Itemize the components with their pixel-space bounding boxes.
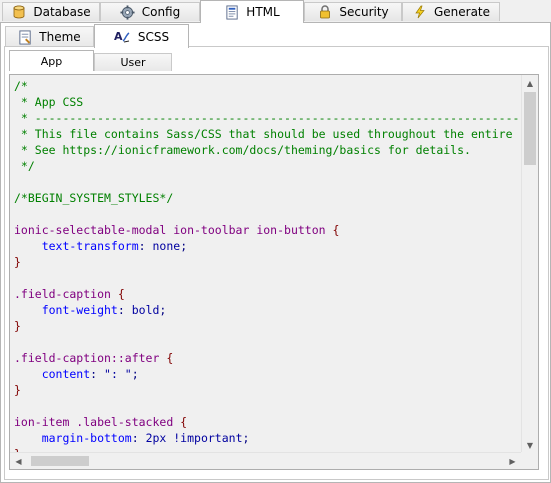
top-tab-bar: Database Config HTML Security Generate <box>0 0 551 23</box>
scroll-left-arrow-icon[interactable]: ◀ <box>10 453 27 469</box>
scss-code-editor[interactable]: /* * App CSS * -------------------------… <box>9 74 539 470</box>
code-line: .field-caption { <box>14 287 125 301</box>
config-gear-icon <box>120 4 136 20</box>
code-line: * See https://ionicframework.com/docs/th… <box>14 143 471 157</box>
html-sub-tab-bar: Theme A SCSS <box>1 23 550 48</box>
code-line: /*BEGIN_SYSTEM_STYLES*/ <box>14 191 174 205</box>
code-line: .field-caption::after { <box>14 351 174 365</box>
lock-icon <box>317 4 333 20</box>
svg-text:A: A <box>114 30 123 43</box>
horizontal-scroll-thumb[interactable] <box>31 456 89 466</box>
scss-icon: A <box>114 29 132 44</box>
tab-scss[interactable]: A SCSS <box>94 24 189 48</box>
code-line: /* <box>14 79 28 93</box>
code-line: } <box>14 255 21 269</box>
tab-theme-label: Theme <box>39 30 81 44</box>
code-line: * --------------------------------------… <box>14 111 520 125</box>
code-line: } <box>14 319 21 333</box>
code-line: } <box>14 383 21 397</box>
tab-config[interactable]: Config <box>100 2 200 21</box>
theme-document-icon <box>18 29 33 45</box>
tab-app-label: App <box>40 54 63 68</box>
scrollbar-corner <box>521 452 538 469</box>
tab-html-label: HTML <box>246 5 280 19</box>
code-line: ionic-selectable-modal ion-toolbar ion-b… <box>14 223 340 237</box>
tab-app[interactable]: App <box>9 50 94 71</box>
lightning-icon <box>412 4 428 20</box>
tab-security[interactable]: Security <box>304 2 402 21</box>
vertical-scroll-thumb[interactable] <box>524 92 536 165</box>
tab-config-label: Config <box>141 5 181 19</box>
code-line: margin-bottom: 2px !important; <box>14 431 250 445</box>
tab-generate-label: Generate <box>433 5 491 19</box>
code-line: ion-item .label-stacked { <box>14 415 188 429</box>
tab-generate[interactable]: Generate <box>402 2 500 21</box>
horizontal-scrollbar[interactable]: ◀ ▶ <box>10 452 521 469</box>
tab-database[interactable]: Database <box>2 2 100 21</box>
scroll-up-arrow-icon[interactable]: ▲ <box>522 75 538 92</box>
scroll-right-arrow-icon[interactable]: ▶ <box>504 453 521 469</box>
tab-theme[interactable]: Theme <box>5 26 94 47</box>
database-icon <box>11 4 27 20</box>
tab-database-label: Database <box>33 5 91 19</box>
code-line: * App CSS <box>14 95 84 109</box>
scss-file-tab-bar: App User <box>9 50 539 71</box>
code-line: text-transform: none; <box>14 239 188 253</box>
tab-security-label: Security <box>339 5 389 19</box>
html-document-icon <box>224 4 240 20</box>
code-line: * This file contains Sass/CSS that shoul… <box>14 127 520 141</box>
code-line: font-weight: bold; <box>14 303 167 317</box>
code-area[interactable]: /* * App CSS * -------------------------… <box>10 75 520 454</box>
tab-scss-label: SCSS <box>137 29 170 44</box>
code-line: */ <box>14 159 35 173</box>
vertical-scrollbar[interactable]: ▲ ▼ <box>521 75 538 454</box>
tab-user-label: User <box>120 56 146 69</box>
code-line: content: ": "; <box>14 367 139 381</box>
tab-html[interactable]: HTML <box>200 0 304 23</box>
tab-user[interactable]: User <box>94 53 172 71</box>
